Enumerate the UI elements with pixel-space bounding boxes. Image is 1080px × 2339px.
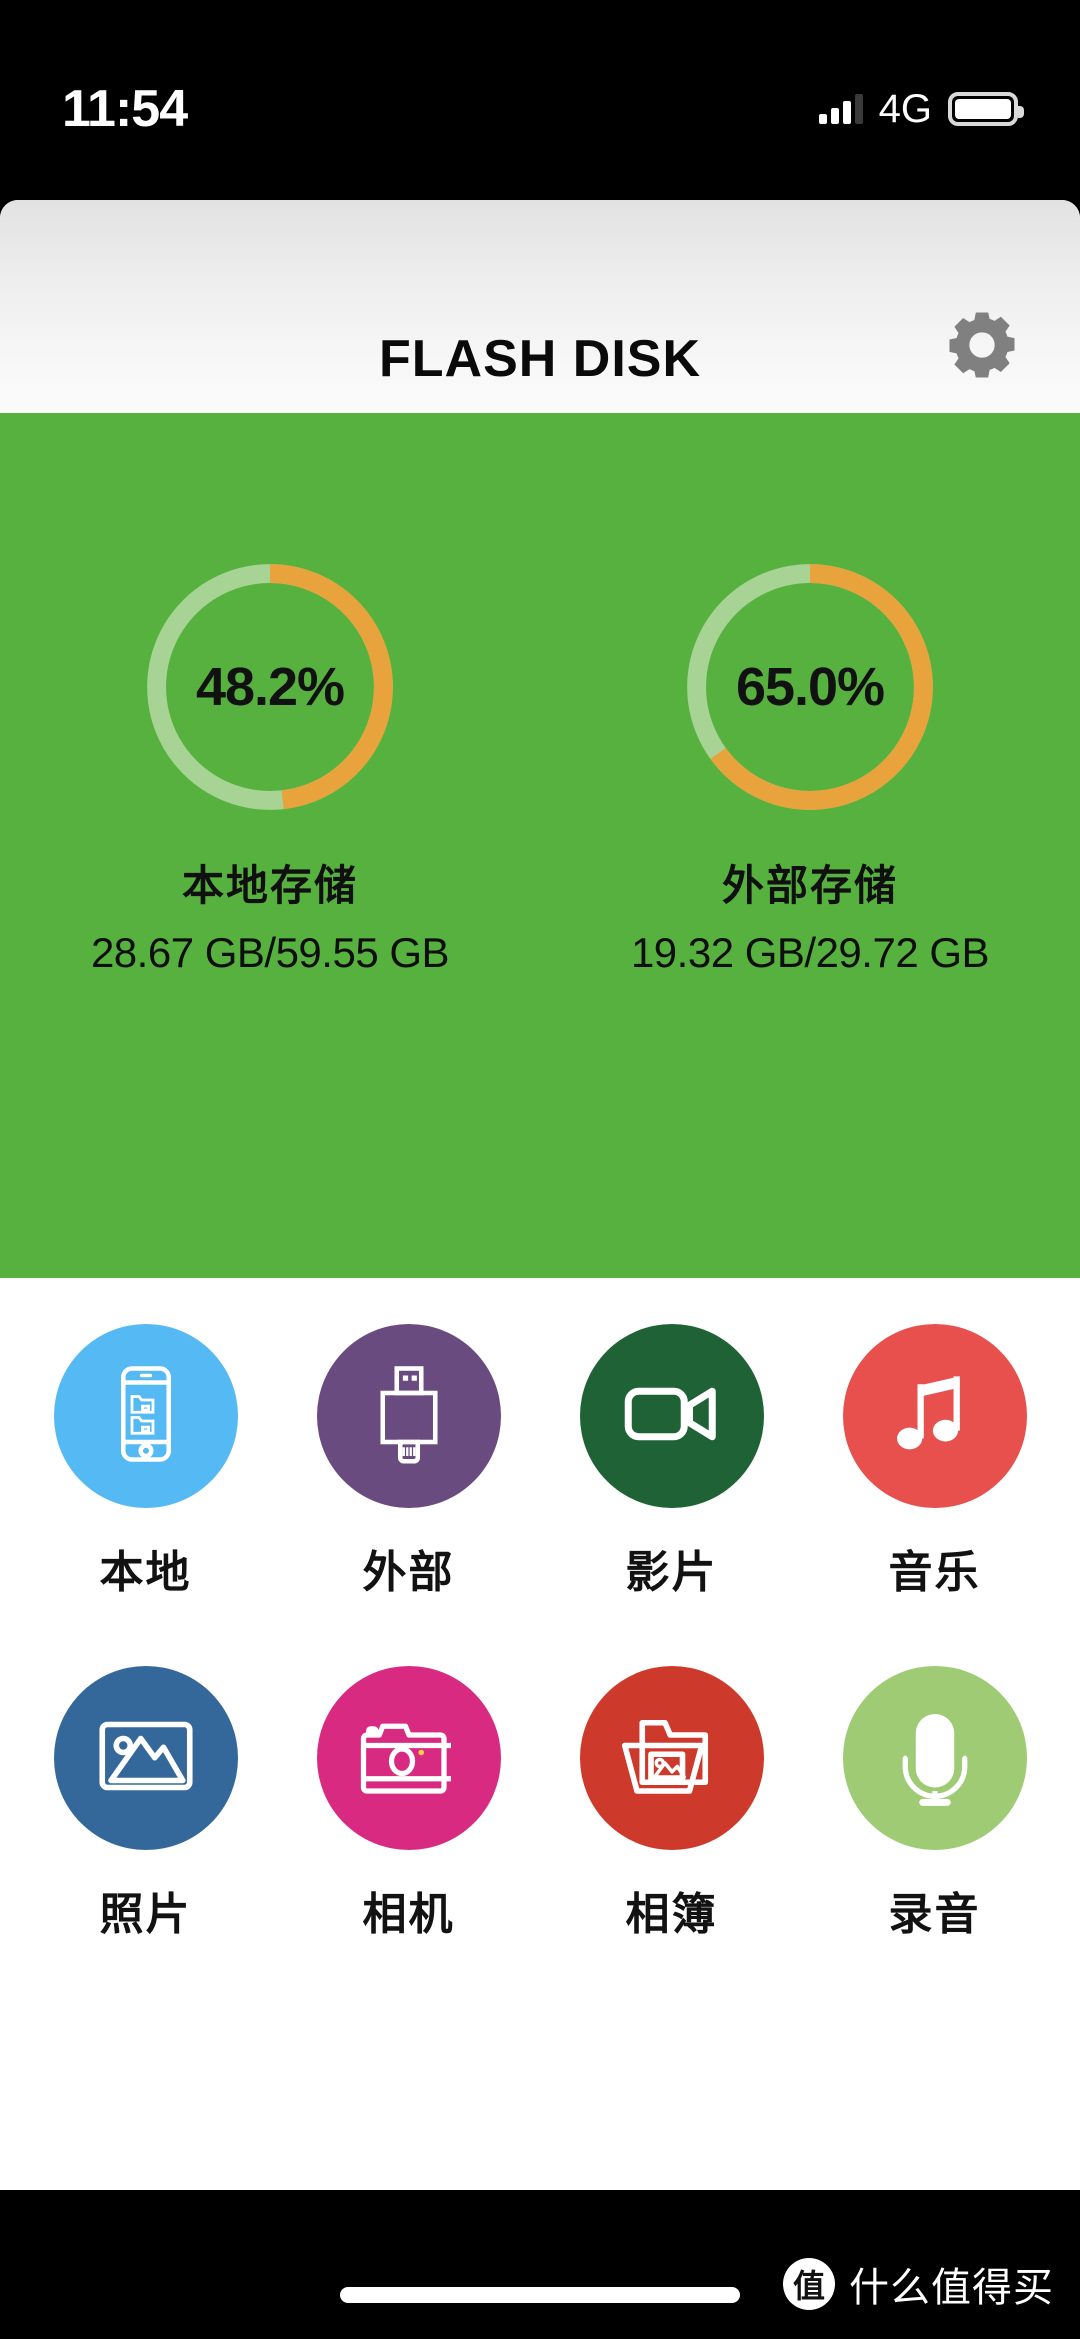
grid-icon-bg-external: [316, 1324, 501, 1508]
photo-image-icon: [90, 1700, 202, 1817]
external-storage-size: 19.32 GB/29.72 GB: [630, 929, 990, 976]
video-camera-icon: [616, 1358, 728, 1475]
grid-item-music[interactable]: 音乐: [803, 1324, 1066, 1600]
usb-drive-icon: [353, 1358, 465, 1475]
grid-label-camera: 相机: [362, 1890, 455, 1939]
grid-icon-bg-album: [579, 1666, 764, 1850]
music-note-icon: [879, 1358, 991, 1475]
storage-card-local[interactable]: 48.2% 本地存储 28.67 GB/59.55 GB: [0, 552, 540, 977]
status-indicators: 4G: [818, 86, 1024, 132]
signal-bars-icon: [818, 94, 863, 124]
bottom-bar: 值 什么值得买: [0, 2190, 1080, 2339]
grid-label-external: 外部: [362, 1548, 455, 1597]
status-time: 11:54: [62, 80, 188, 138]
grid-item-external[interactable]: 外部: [277, 1324, 540, 1600]
grid-label-local: 本地: [99, 1548, 192, 1597]
watermark: 值 什么值得买: [783, 2255, 1054, 2313]
photo-album-icon: [616, 1700, 728, 1817]
network-type-label: 4G: [878, 86, 932, 131]
local-storage-label: 本地存储: [181, 862, 358, 909]
grid-label-photos: 照片: [99, 1890, 192, 1939]
gear-icon: [943, 306, 1021, 389]
local-storage-donut: 48.2%: [135, 552, 405, 822]
grid-item-local[interactable]: 本地: [14, 1324, 277, 1600]
settings-button[interactable]: [930, 295, 1034, 399]
grid-label-album: 相簿: [625, 1890, 718, 1939]
external-storage-label: 外部存储: [721, 862, 898, 909]
external-storage-percent: 65.0%: [735, 657, 885, 717]
phone-storage-icon: [90, 1358, 202, 1475]
grid-item-camera[interactable]: 相机: [277, 1666, 540, 1942]
grid-item-photos[interactable]: 照片: [14, 1666, 277, 1942]
grid-label-recording: 录音: [888, 1890, 981, 1939]
app-header: FLASH DISK: [0, 200, 1080, 416]
battery-full-icon: [948, 92, 1024, 126]
watermark-text: 什么值得买: [849, 2266, 1054, 2310]
status-bar: 11:54 4G: [0, 0, 1080, 200]
grid-item-video[interactable]: 影片: [540, 1324, 803, 1600]
grid-item-album[interactable]: 相簿: [540, 1666, 803, 1942]
grid-item-recording[interactable]: 录音: [803, 1666, 1066, 1942]
external-storage-donut: 65.0%: [675, 552, 945, 822]
local-storage-percent: 48.2%: [195, 657, 345, 717]
grid-icon-bg-local: [53, 1324, 238, 1508]
storage-panel: 48.2% 本地存储 28.67 GB/59.55 GB 65.0% 外部存储 …: [0, 416, 1080, 1278]
page-title: FLASH DISK: [379, 330, 701, 388]
category-grid: 本地 外部 影片 音乐 照片 相机 相簿 录音: [0, 1278, 1080, 1942]
grid-icon-bg-video: [579, 1324, 764, 1508]
home-indicator[interactable]: [340, 2287, 740, 2303]
grid-icon-bg-camera: [316, 1666, 501, 1850]
camera-icon: [353, 1700, 465, 1817]
grid-icon-bg-photos: [53, 1666, 238, 1850]
app-window: FLASH DISK 48.2% 本地存储 28.67 GB/59.55 GB: [0, 200, 1080, 2190]
microphone-icon: [879, 1700, 991, 1817]
storage-card-external[interactable]: 65.0% 外部存储 19.32 GB/29.72 GB: [540, 552, 1080, 977]
grid-label-music: 音乐: [888, 1548, 981, 1597]
grid-icon-bg-recording: [842, 1666, 1027, 1850]
grid-label-video: 影片: [625, 1548, 718, 1597]
watermark-badge: 值: [783, 2258, 835, 2310]
local-storage-size: 28.67 GB/59.55 GB: [90, 929, 450, 976]
grid-icon-bg-music: [842, 1324, 1027, 1508]
